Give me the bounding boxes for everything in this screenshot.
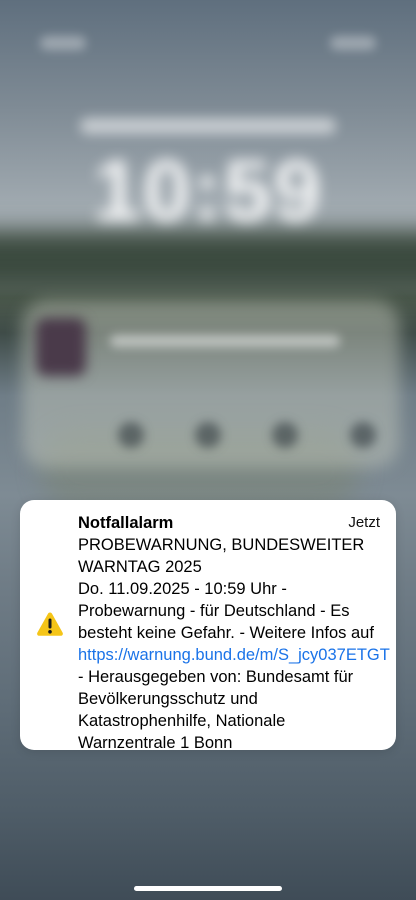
emergency-alert-notification[interactable]: Jetzt Notfallalarm PROBEWARNUNG, BUNDESW… — [20, 500, 396, 752]
warning-triangle-icon — [37, 612, 63, 636]
notification-info-link[interactable]: https://warnung.bund.de/m/S_jcy037ETGT — [78, 646, 390, 664]
blurred-media-control — [195, 422, 221, 448]
blurred-media-control — [272, 422, 298, 448]
blurred-status-right — [330, 36, 376, 50]
notification-content: Notfallalarm PROBEWARNUNG, BUNDESWEITER … — [78, 512, 390, 754]
notification-body-outro: - Herausgegeben von: Bundesamt für Bevöl… — [78, 668, 354, 752]
blurred-media-artwork — [36, 318, 86, 376]
notification-headline: PROBEWARNUNG, BUNDESWEITER WARNTAG 2025 — [78, 536, 365, 576]
blurred-status-left — [40, 36, 86, 50]
blurred-date — [80, 118, 336, 134]
blurred-media-control — [118, 422, 144, 448]
blurred-media-control — [350, 422, 376, 448]
blurred-media-title — [110, 335, 340, 347]
blurred-clock: 10:59 — [93, 143, 323, 239]
home-indicator[interactable] — [134, 886, 282, 891]
notification-body-intro: Do. 11.09.2025 - 10:59 Uhr - Probewarnun… — [78, 580, 374, 642]
lockscreen-wallpaper: 10:59 — [0, 0, 416, 900]
notification-app-title: Notfallalarm — [78, 514, 174, 532]
